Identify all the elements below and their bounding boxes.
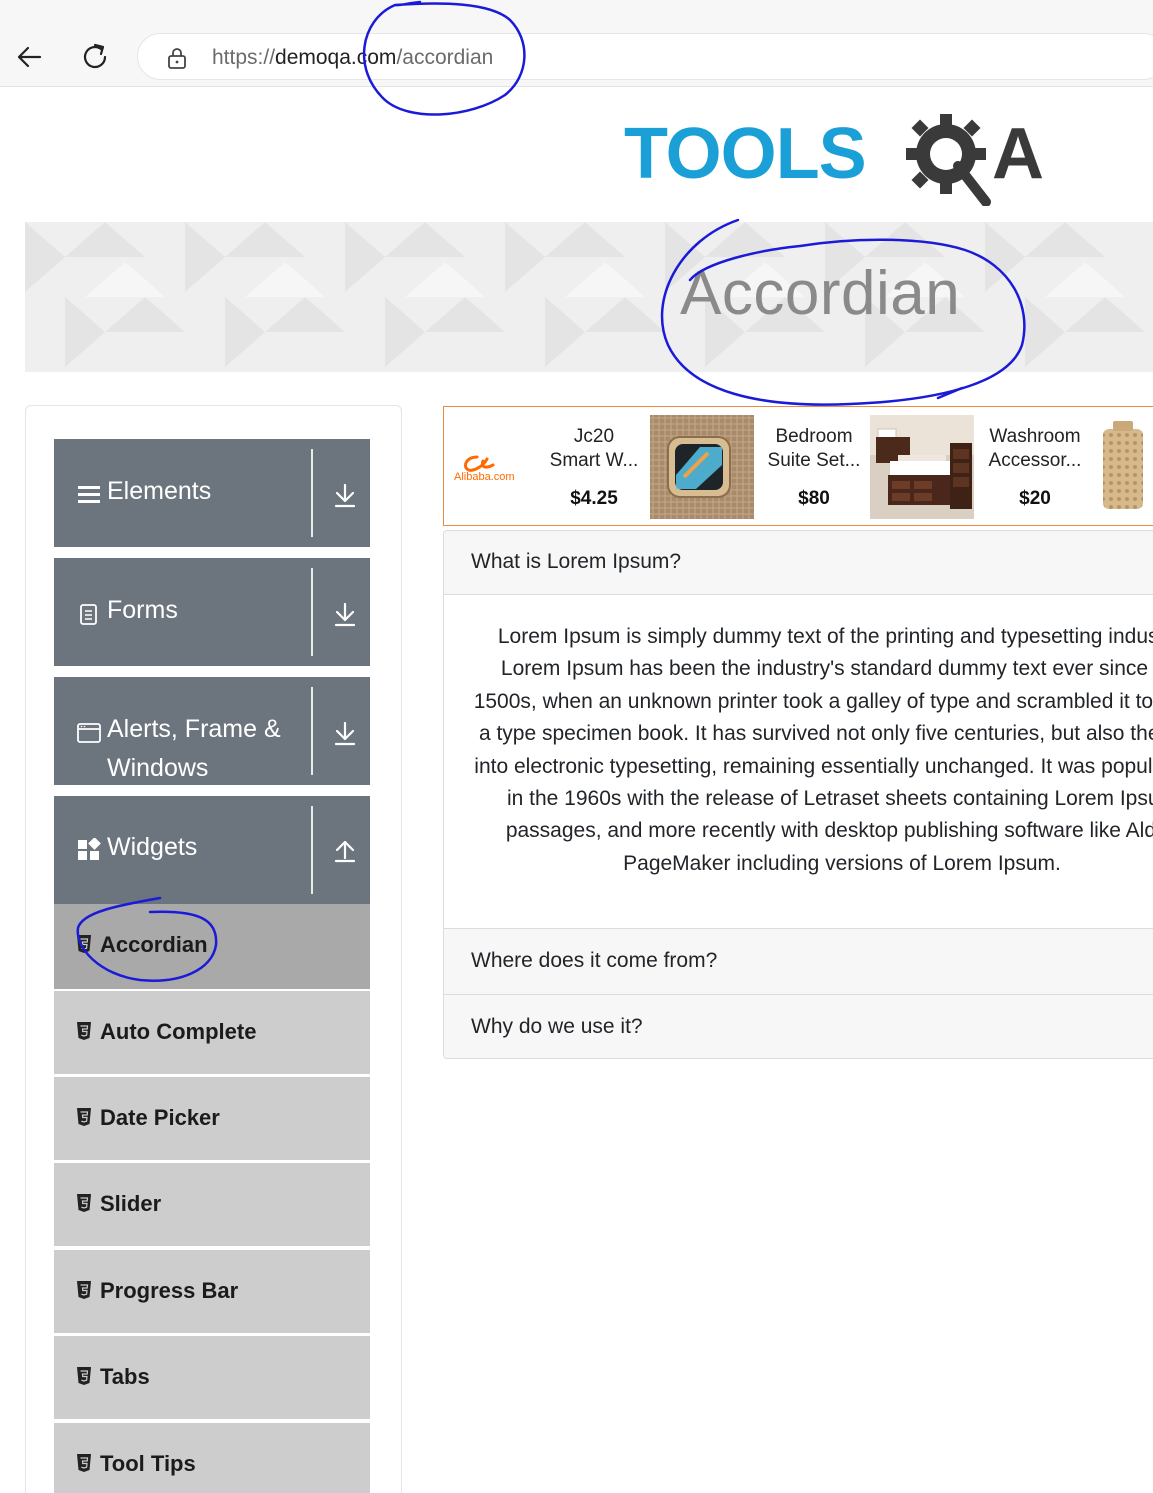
logo-a-text: A [992,114,1044,194]
ad-product-name-line2: Suite Set... [767,450,861,471]
accordion-section-2-header[interactable]: Where does it come from? [444,929,1153,995]
ad-product-name-line2: Smart W... [549,450,639,471]
menu-item-slider[interactable]: Slider [54,1163,370,1247]
sidebar-group-label: Alerts, Frame & [107,715,281,743]
sidebar-group-label: Elements [107,477,212,505]
accordion-section-1-text: Lorem Ipsum is simply dummy text of the … [473,625,1153,875]
download-arrow-icon[interactable] [333,481,357,509]
ad-product-price: $20 [1019,488,1051,509]
alibaba-brand-text: Alibaba.com [454,471,515,483]
html5-icon [76,934,92,954]
download-arrow-icon[interactable] [333,719,357,747]
ad-banner[interactable]: Alibaba.com Jc20 Smart W... $4.25 Bedroo… [443,406,1153,526]
address-bar[interactable]: https://demoqa.com/accordian [137,33,1153,80]
document-icon [77,602,101,626]
divider [311,687,313,775]
menu-item-label: Tabs [100,1364,150,1389]
accordion-section-title: Why do we use it? [471,1015,643,1038]
ad-product-1[interactable]: Jc20 Smart W... $4.25 [539,425,649,510]
menu-item-label: Auto Complete [100,1019,257,1044]
accordion-section-1-body: Lorem Ipsum is simply dummy text of the … [444,596,1153,929]
widgets-icon [77,837,101,862]
ad-product-name: Washroom [989,426,1081,447]
logo-tools-text: TOOLS [624,114,867,194]
url-domain: demoqa.com [275,46,397,69]
upload-arrow-icon[interactable] [333,836,357,864]
menu-item-label: Progress Bar [100,1278,239,1303]
html5-icon [76,1366,92,1386]
menu-item-label: Date Picker [100,1105,220,1130]
html5-icon [76,1021,92,1041]
html5-icon [76,1453,92,1473]
divider [311,449,313,537]
page-title: Accordian [680,259,961,328]
ad-product-price: $4.25 [570,488,618,509]
html5-icon [76,1193,92,1213]
divider [311,806,313,894]
ad-product-name: Jc20 [573,426,615,447]
ad-product-name: Bedroom [775,426,853,447]
accordion-section-1-header[interactable]: What is Lorem Ipsum? [444,531,1153,595]
reload-icon[interactable] [76,38,116,78]
menu-item-tool-tips[interactable]: Tool Tips [54,1423,370,1493]
url-scheme: https:// [212,46,276,69]
sidebar-group-elements[interactable]: Elements [54,439,370,547]
page-banner [25,222,1153,372]
accordion-section-title: Where does it come from? [471,949,718,972]
sidebar-group-label-line2: Windows [107,754,209,782]
menu-item-progress-bar[interactable]: Progress Bar [54,1250,370,1334]
sidebar-group-label: Widgets [107,833,198,861]
lock-icon[interactable] [166,46,188,70]
menu-item-label: Accordian [100,932,208,957]
accordion-section-title: What is Lorem Ipsum? [471,550,682,573]
toolsqa-logo[interactable]: TOOLS A [624,106,1064,210]
html5-icon [76,1107,92,1127]
sidebar-group-alerts[interactable]: Alerts, Frame & Windows [54,677,370,785]
window-icon [77,721,101,745]
smartwatch-image[interactable] [650,415,754,519]
accordion-section-3-header[interactable]: Why do we use it? [444,995,1153,1058]
browser-toolbar: https://demoqa.com/accordian [0,0,1153,87]
accordion: What is Lorem Ipsum? Lorem Ipsum is simp… [443,530,1153,1059]
menu-item-accordian[interactable]: Accordian [54,904,370,990]
sidebar-group-label: Forms [107,596,178,624]
url-path: /accordian [396,46,494,69]
sidebar-group-widgets[interactable]: Widgets [54,796,370,904]
ad-product-name-line2: Accessor... [988,450,1082,471]
menu-item-label: Slider [100,1191,162,1216]
divider [311,568,313,656]
ad-product-price: $80 [798,488,830,509]
alibaba-logo[interactable]: Alibaba.com [453,451,525,491]
html5-icon [76,1280,92,1300]
download-arrow-icon[interactable] [333,600,357,628]
ad-product-3[interactable]: Washroom Accessor... $20 [980,425,1090,510]
menu-item-tabs[interactable]: Tabs [54,1336,370,1420]
hamburger-icon [77,483,101,507]
menu-item-label: Tool Tips [100,1451,196,1476]
sidebar-group-forms[interactable]: Forms [54,558,370,666]
menu-item-auto-complete[interactable]: Auto Complete [54,991,370,1075]
bedroom-set-image[interactable] [870,415,974,519]
back-arrow-icon[interactable] [10,38,50,78]
menu-item-date-picker[interactable]: Date Picker [54,1077,370,1161]
gear-magnifier-icon [902,106,998,207]
ad-product-2[interactable]: Bedroom Suite Set... $80 [759,425,869,510]
url-text[interactable]: https://demoqa.com/accordian [212,46,493,70]
washroom-accessory-image[interactable] [1091,415,1153,519]
